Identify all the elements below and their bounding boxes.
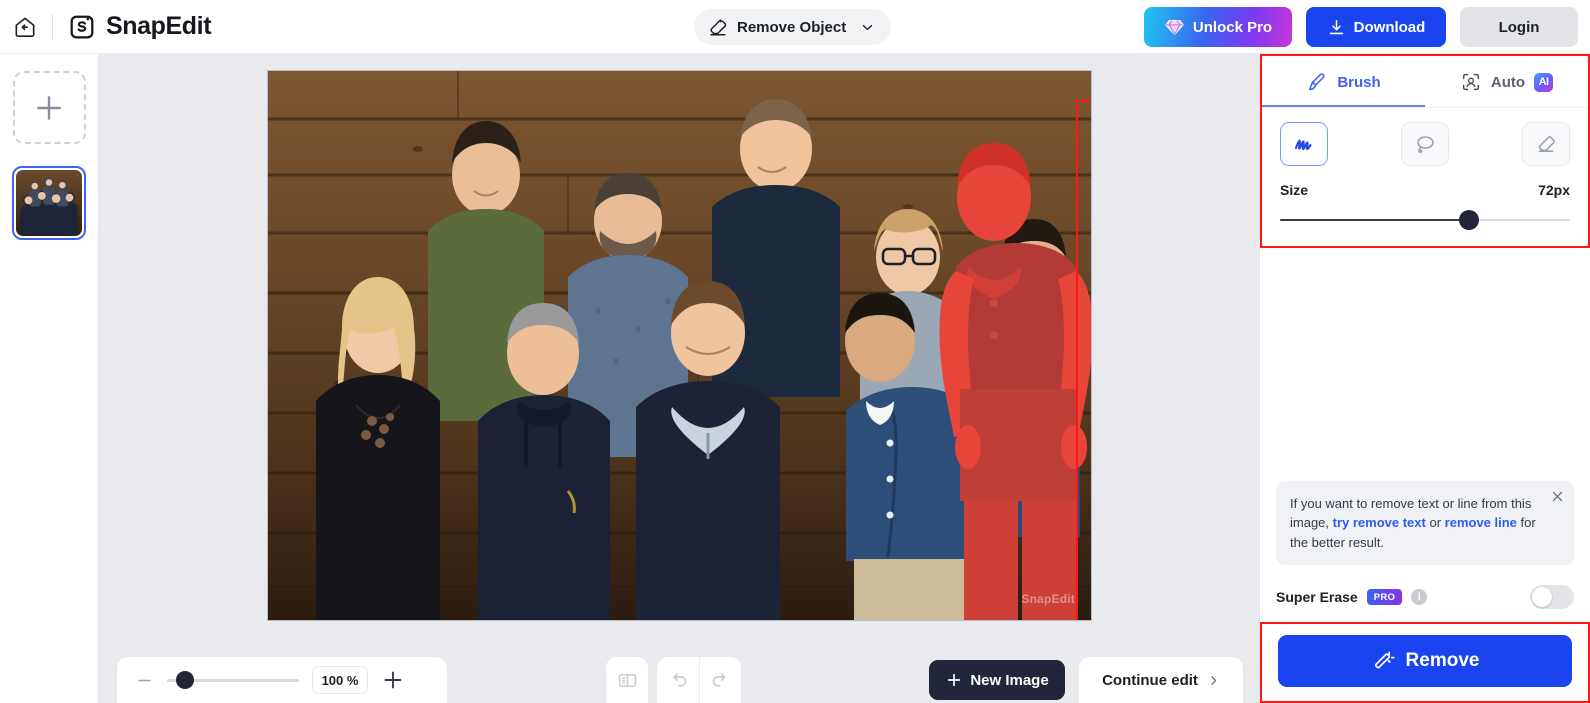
- header-actions: Unlock Pro Download Login: [1144, 7, 1578, 47]
- minus-icon: [138, 679, 151, 681]
- brush-size-fill: [1280, 218, 1469, 222]
- add-image-button[interactable]: [12, 71, 86, 144]
- zoom-in-button[interactable]: [381, 668, 405, 692]
- login-button[interactable]: Login: [1460, 7, 1578, 47]
- lasso-tool-button[interactable]: [1401, 122, 1449, 166]
- tab-brush[interactable]: Brush: [1262, 56, 1425, 108]
- brush-settings-section: Brush Auto AI Size 72px: [1260, 54, 1590, 248]
- chevron-right-icon: [1211, 675, 1217, 685]
- eraser-tool-button[interactable]: [1522, 122, 1570, 166]
- snapedit-app: SnapEdit Remove Object Unlock Pro Downlo…: [0, 0, 1590, 703]
- download-label: Download: [1353, 18, 1426, 36]
- thumbnail-preview: [16, 170, 82, 236]
- info-icon[interactable]: i: [1411, 589, 1428, 605]
- panel-tabs: Brush Auto AI: [1262, 56, 1588, 108]
- zoom-slider-thumb[interactable]: [175, 671, 194, 689]
- close-x-icon: [1552, 491, 1563, 501]
- canvas-actions: New Image Continue edit: [929, 657, 1243, 703]
- unlock-pro-button[interactable]: Unlock Pro: [1144, 7, 1292, 47]
- remove-button[interactable]: Remove: [1278, 635, 1572, 687]
- watermark: SnapEdit: [1021, 592, 1075, 606]
- remove-text-hint: If you want to remove text or line from …: [1276, 480, 1574, 565]
- brand-name: SnapEdit: [106, 12, 212, 40]
- zoom-value[interactable]: 100 %: [312, 666, 368, 694]
- photo-container[interactable]: SnapEdit: [268, 71, 1091, 620]
- image-thumbnail-item[interactable]: [12, 166, 86, 240]
- magic-wand-icon: [1374, 651, 1395, 669]
- zoom-out-button[interactable]: [135, 671, 154, 690]
- remove-line-link[interactable]: remove line: [1445, 515, 1517, 530]
- app-header: SnapEdit Remove Object Unlock Pro Downlo…: [0, 0, 1590, 54]
- zoom-toolbar: 100 %: [117, 657, 447, 703]
- pro-badge: PRO: [1366, 589, 1403, 605]
- undo-redo-group: [657, 657, 741, 703]
- tab-auto-label: Auto: [1490, 73, 1526, 91]
- plus-icon: [37, 95, 61, 120]
- mode-selector[interactable]: Remove Object: [694, 9, 892, 45]
- plus-icon: [384, 671, 402, 689]
- download-button[interactable]: Download: [1306, 7, 1446, 47]
- back-button[interactable]: [10, 12, 40, 42]
- login-label: Login: [1498, 18, 1540, 36]
- brand-logo[interactable]: SnapEdit: [67, 12, 212, 42]
- diamond-icon: [1165, 19, 1184, 35]
- header-divider: [52, 13, 53, 40]
- compare-split-icon: [618, 673, 636, 687]
- brush-size-row: Size 72px: [1262, 166, 1588, 198]
- tab-auto[interactable]: Auto AI: [1425, 56, 1588, 108]
- undo-icon: [672, 673, 686, 687]
- unlock-pro-label: Unlock Pro: [1192, 18, 1273, 36]
- undo-button[interactable]: [657, 657, 699, 703]
- brush-tool-button[interactable]: [1280, 122, 1328, 166]
- compare-button[interactable]: [606, 657, 648, 703]
- brush-size-label: Size: [1280, 182, 1309, 198]
- brush-tools-row: [1262, 108, 1588, 166]
- eraser-icon: [1538, 136, 1555, 152]
- continue-edit-label: Continue edit: [1102, 671, 1198, 689]
- remove-action-section: Remove: [1260, 622, 1590, 703]
- hint-text-middle: or: [1425, 515, 1445, 530]
- brush-icon: [1309, 73, 1325, 91]
- mode-label: Remove Object: [737, 18, 847, 36]
- history-toolbar: [606, 657, 741, 703]
- chevron-down-icon: [863, 24, 873, 30]
- download-icon: [1329, 19, 1343, 34]
- panel-spacer: [1260, 248, 1590, 481]
- face-detect-icon: [1462, 73, 1479, 91]
- redo-icon: [712, 673, 726, 687]
- new-image-button[interactable]: New Image: [929, 660, 1065, 700]
- tab-brush-label: Brush: [1337, 73, 1381, 91]
- try-remove-text-link[interactable]: try remove text: [1333, 515, 1426, 530]
- continue-edit-button[interactable]: Continue edit: [1079, 657, 1243, 703]
- remove-label: Remove: [1405, 650, 1480, 671]
- group-photo-thumbnail: [16, 170, 82, 236]
- lasso-icon: [1417, 136, 1434, 154]
- redo-button[interactable]: [699, 657, 741, 703]
- image-rail: [0, 54, 99, 703]
- toggle-knob: [1532, 587, 1552, 607]
- new-image-label: New Image: [970, 671, 1049, 689]
- editor-canvas[interactable]: SnapEdit 100 % New Image Continue edit: [99, 54, 1259, 703]
- brush-size-value: 72px: [1538, 182, 1570, 198]
- zoom-slider[interactable]: [167, 671, 299, 689]
- super-erase-toggle[interactable]: [1530, 585, 1574, 609]
- brush-size-slider[interactable]: [1280, 210, 1570, 230]
- scribble-icon: [1294, 139, 1312, 151]
- ai-badge: AI: [1534, 72, 1554, 92]
- back-arrow-home-icon: [15, 17, 35, 37]
- super-erase-row: Super Erase PRO i: [1260, 579, 1590, 622]
- brush-size-thumb[interactable]: [1458, 210, 1479, 230]
- tools-panel: Brush Auto AI Size 72px If you want to r…: [1259, 54, 1590, 703]
- plus-icon: [948, 673, 961, 687]
- close-icon[interactable]: [1550, 489, 1565, 510]
- snapedit-logo-icon: [70, 15, 94, 38]
- eraser-icon: [710, 19, 727, 36]
- source-photo: [268, 71, 1091, 620]
- super-erase-label: Super Erase: [1276, 589, 1358, 605]
